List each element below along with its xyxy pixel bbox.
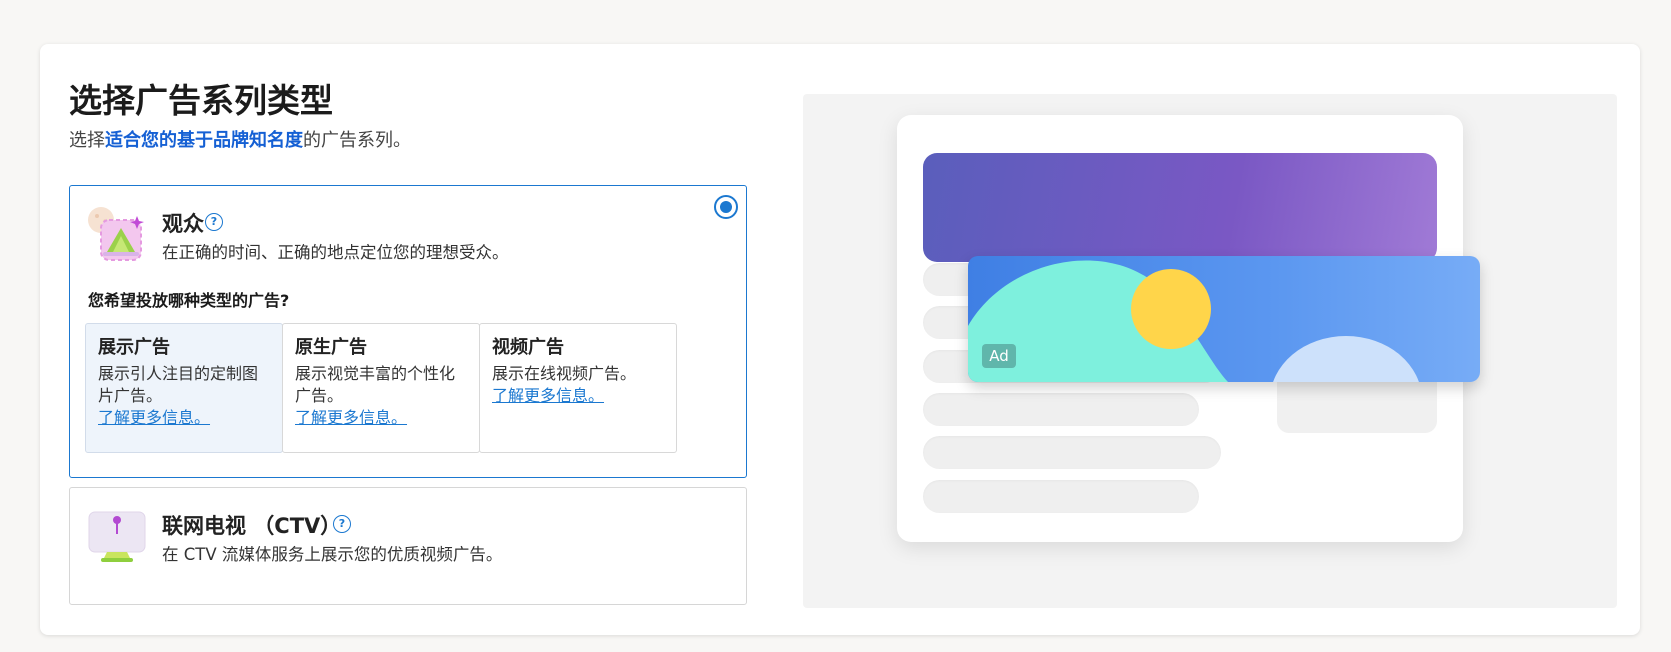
sub-option-description: 展示在线视频广告。 [492, 364, 637, 383]
option-ctv[interactable]: 联网电视 （CTV） ? 在 CTV 流媒体服务上展示您的优质视频广告。 [69, 487, 747, 605]
sub-option-description: 展示视觉丰富的个性化广告。 [295, 364, 456, 405]
option-audience[interactable]: 观众 ? 在正确的时间、正确的地点定位您的理想受众。 您希望投放哪种类型的广告?… [69, 185, 747, 478]
campaign-type-card: 选择广告系列类型 选择适合您的基于品牌知名度的广告系列。 观众 ? 在正确的时间… [40, 44, 1640, 635]
option-audience-name: 观众 [162, 212, 204, 236]
placeholder-line [923, 393, 1199, 426]
ad-type-question: 您希望投放哪种类型的广告? [88, 291, 290, 310]
page-subtitle: 选择适合您的基于品牌知名度的广告系列。 [69, 126, 411, 152]
option-audience-radio[interactable] [714, 195, 738, 219]
learn-more-link[interactable]: 了解更多信息。 [98, 407, 272, 429]
ad-banner-image-icon [968, 260, 1419, 382]
subtitle-suffix: 的广告系列。 [303, 130, 411, 151]
ad-banner: Ad [968, 256, 1480, 382]
help-icon[interactable]: ? [205, 213, 223, 231]
option-audience-description: 在正确的时间、正确的地点定位您的理想受众。 [162, 243, 509, 262]
sub-option-display[interactable]: 展示广告 展示引人注目的定制图片广告。 了解更多信息。 [85, 323, 283, 453]
subtitle-prefix: 选择 [69, 130, 105, 151]
banner-background [923, 153, 1437, 262]
sub-option-description: 展示引人注目的定制图片广告。 [98, 364, 259, 405]
ad-preview-panel: Ad [803, 94, 1617, 608]
audience-illustration-icon [87, 206, 149, 266]
learn-more-link[interactable]: 了解更多信息。 [492, 385, 666, 407]
sub-option-title: 展示广告 [98, 337, 170, 358]
help-icon[interactable]: ? [333, 515, 351, 533]
option-ctv-description: 在 CTV 流媒体服务上展示您的优质视频广告。 [162, 545, 503, 564]
placeholder-line [923, 480, 1199, 513]
ctv-illustration-icon [87, 508, 149, 568]
placeholder-line [923, 436, 1221, 469]
sub-option-video[interactable]: 视频广告 展示在线视频广告。 了解更多信息。 [479, 323, 677, 453]
learn-more-link[interactable]: 了解更多信息。 [295, 407, 469, 429]
option-ctv-name: 联网电视 （CTV） [162, 514, 342, 538]
sub-option-native[interactable]: 原生广告 展示视觉丰富的个性化广告。 了解更多信息。 [282, 323, 480, 453]
page-title: 选择广告系列类型 [69, 81, 333, 120]
subtitle-highlight: 适合您的基于品牌知名度 [105, 130, 303, 151]
sub-option-title: 原生广告 [295, 337, 367, 358]
ad-badge: Ad [982, 344, 1016, 368]
sub-option-title: 视频广告 [492, 337, 564, 358]
